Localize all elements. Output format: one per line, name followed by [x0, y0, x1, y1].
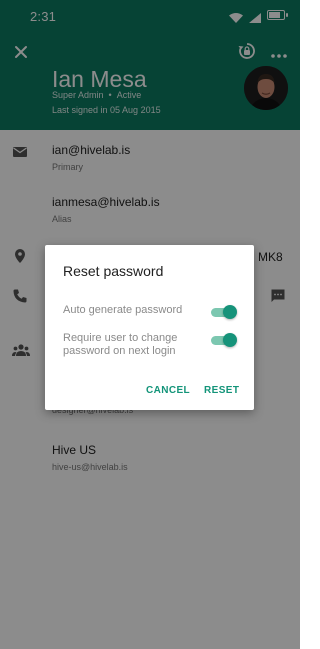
screen: 2:31 Ian Mesa Super Admin • Active Last … [0, 0, 300, 649]
reset-button[interactable]: RESET [204, 385, 239, 396]
auto-generate-label: Auto generate password [63, 304, 183, 316]
toggle-thumb [223, 305, 237, 319]
dialog-title: Reset password [63, 263, 164, 279]
cancel-button[interactable]: CANCEL [146, 385, 190, 396]
reset-password-dialog: Reset password Auto generate password Re… [45, 245, 254, 410]
toggle-thumb [223, 333, 237, 347]
auto-generate-toggle[interactable] [211, 304, 237, 320]
require-change-label: Require user to change password on next … [63, 332, 178, 357]
require-change-toggle[interactable] [211, 332, 237, 348]
